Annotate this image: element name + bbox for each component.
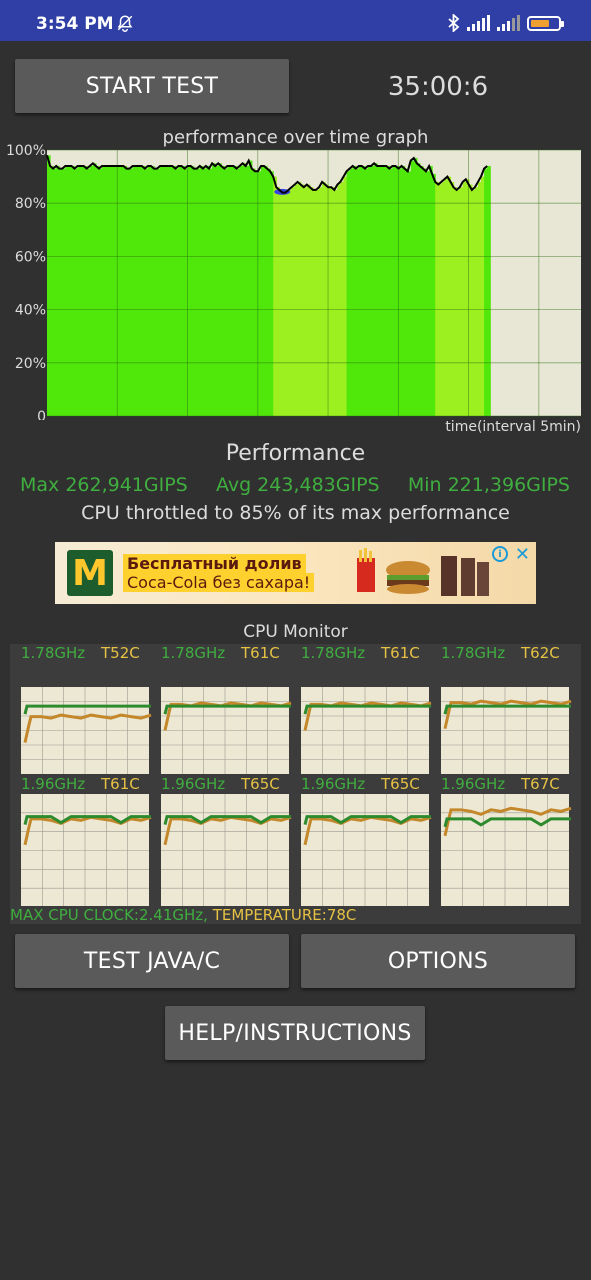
help-instructions-button[interactable]: HELP/INSTRUCTIONS	[165, 1006, 425, 1060]
cpu-core-chart	[301, 794, 432, 906]
graph-y-tick: 20%	[15, 356, 46, 372]
battery-fill	[531, 19, 550, 27]
start-test-button[interactable]: START TEST	[15, 59, 289, 113]
cpu-core-temperature: T65C	[381, 775, 420, 793]
status-icons	[447, 14, 564, 32]
cpu-core-temperature: T52C	[101, 644, 140, 662]
signal-icon	[467, 15, 490, 31]
cpu-core-frequency: 1.78GHz	[161, 644, 226, 662]
cpu-core-frequency: 1.96GHz	[301, 775, 366, 793]
cpu-core-temperature: T61C	[381, 644, 420, 662]
graph-y-tick: 100%	[6, 143, 46, 159]
performance-title: Performance	[225, 441, 366, 466]
ad-banner[interactable]: M Бесплатный долив Coca-Cola без сахара!…	[55, 542, 536, 604]
throttle-text: CPU throttled to 85% of its max performa…	[81, 502, 510, 524]
cpu-temperature: TEMPERATURE:78C	[212, 906, 357, 924]
cpu-monitor-panel: 1.78GHz T52C 1.78GHz T61C 1.78GHz T61C 1.78GHz…	[10, 644, 581, 924]
cpu-core-chart	[441, 687, 572, 774]
cpu-core-frequency: 1.96GHz	[21, 775, 86, 793]
avg-performance: Avg 243,483GIPS	[215, 474, 380, 496]
cpu-core-frequency: 1.78GHz	[301, 644, 366, 662]
graph-y-tick: 60%	[15, 249, 46, 265]
cpu-core-temperature: T61C	[241, 644, 280, 662]
ad-close-icon[interactable]: ✕	[515, 544, 530, 565]
options-button[interactable]: OPTIONS	[301, 934, 575, 988]
cpu-core-chart	[21, 794, 152, 906]
cpu-core-temperature: T65C	[241, 775, 280, 793]
ad-info-icon[interactable]: i	[492, 546, 508, 562]
test-java-c-button[interactable]: TEST JAVA/C	[15, 934, 289, 988]
ad-subline: Coca-Cola без сахара!	[123, 573, 315, 592]
performance-graph: 100% 80% 60% 40% 20% 0	[6, 143, 581, 420]
graph-y-tick: 0	[37, 409, 46, 420]
cpu-core-chart	[161, 794, 292, 906]
bluetooth-icon	[448, 14, 460, 32]
cpu-core-temperature: T62C	[521, 644, 560, 662]
cpu-core-frequency: 1.96GHz	[161, 775, 226, 793]
min-performance: Min 221,396GIPS	[407, 474, 570, 496]
ad-food-image	[357, 548, 489, 596]
test-timer: 35:00:6	[387, 72, 489, 102]
max-performance: Max 262,941GIPS	[20, 474, 188, 496]
graph-y-tick: 80%	[15, 196, 46, 212]
cpu-core-temperature: T61C	[101, 775, 140, 793]
status-time: 3:54 PM	[36, 14, 114, 34]
max-cpu-clock: MAX CPU CLOCK:2.41GHz,	[10, 906, 213, 924]
cpu-core-chart	[441, 794, 572, 906]
cpu-core-chart	[301, 687, 432, 774]
cpu-core-temperature: T67C	[521, 775, 560, 793]
battery-icon	[527, 15, 564, 31]
cpu-core-frequency: 1.78GHz	[21, 644, 86, 662]
graph-time-label: time(interval 5min)	[445, 419, 581, 435]
signal-icon	[497, 15, 520, 31]
cpu-monitor-footer: MAX CPU CLOCK:2.41GHz, TEMPERATURE:78C	[10, 906, 356, 924]
status-bar: 3:54 PM	[0, 0, 591, 41]
mcdonalds-logo-icon: M	[67, 550, 113, 596]
cpu-monitor-title: CPU Monitor	[243, 622, 348, 642]
ad-headline: Бесплатный долив	[123, 554, 306, 573]
cpu-core-chart	[21, 687, 152, 774]
performance-stats: Max 262,941GIPS Avg 243,483GIPS Min 221,…	[20, 474, 570, 496]
cpu-core-frequency: 1.96GHz	[441, 775, 506, 793]
graph-y-tick: 40%	[15, 303, 46, 319]
cpu-core-chart	[161, 687, 292, 774]
cpu-core-frequency: 1.78GHz	[441, 644, 506, 662]
bell-off-icon	[117, 15, 133, 32]
